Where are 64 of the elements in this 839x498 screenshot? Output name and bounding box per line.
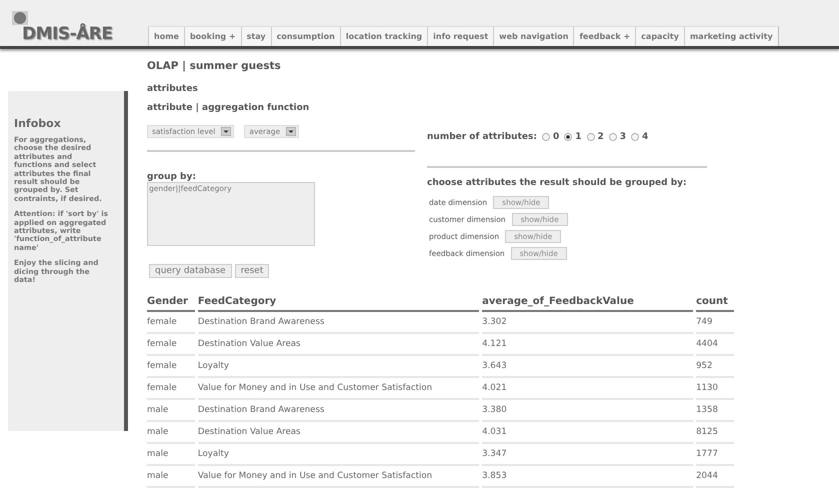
nav-tab[interactable]: info request	[427, 27, 494, 46]
group-by-label: group by:	[147, 172, 197, 182]
column-header: FeedCategory	[198, 292, 480, 312]
table-cell: Destination Brand Awareness	[198, 312, 480, 334]
nav-tab[interactable]: consumption	[270, 27, 340, 46]
table-cell: 2044	[696, 466, 734, 488]
radio-option[interactable]: 4	[631, 132, 648, 142]
table-cell: female	[147, 378, 195, 400]
radio-option[interactable]: 3	[608, 132, 626, 142]
table-cell: Value for Money and in Use and Customer Satisfaction	[198, 466, 480, 488]
nav-tab[interactable]: feedback +	[573, 27, 636, 46]
table-cell: male	[147, 422, 195, 444]
infobox-title: Infobox	[14, 117, 62, 130]
radio-option[interactable]: 1	[564, 132, 582, 142]
radio-group-label: number of attributes:	[427, 132, 537, 142]
table-cell: Loyalty	[198, 444, 480, 466]
table-cell: 4.021	[482, 378, 694, 400]
table-cell: Loyalty	[198, 356, 480, 378]
table-cell: 3.643	[482, 356, 694, 378]
table-cell: female	[147, 312, 195, 334]
table-cell: female	[147, 334, 195, 356]
page-title: OLAP | summer guests	[147, 60, 282, 72]
nav-tab[interactable]: capacity	[635, 27, 684, 46]
nav-tab[interactable]: booking +	[184, 27, 241, 46]
table-cell: female	[147, 356, 195, 378]
table-cell: 8125	[696, 422, 734, 444]
grouping-heading: choose attributes the result should be grouped by:	[427, 178, 688, 188]
form-button[interactable]: query database	[149, 264, 232, 278]
table-cell: Destination Brand Awareness	[198, 400, 480, 422]
nav-tab[interactable]: home	[148, 27, 184, 46]
table-cell: 952	[696, 356, 734, 378]
table-cell: 749	[696, 312, 734, 334]
section-subheading: attribute | aggregation function	[147, 103, 310, 113]
dropdown-arrow-icon[interactable]	[221, 127, 232, 136]
column-header: average_of_FeedbackValue	[482, 292, 694, 312]
table-cell: 1358	[696, 400, 734, 422]
table-cell: Destination Value Areas	[198, 334, 480, 356]
table-cell: 3.853	[482, 466, 694, 488]
table-cell: 3.347	[482, 444, 694, 466]
column-header: count	[696, 292, 734, 312]
table-cell: male	[147, 466, 195, 488]
table-cell: male	[147, 444, 195, 466]
form-button[interactable]: reset	[234, 264, 270, 278]
nav-tab[interactable]: web navigation	[493, 27, 574, 46]
nav-tab[interactable]: marketing activity	[684, 27, 778, 46]
globe-icon	[12, 11, 28, 25]
nav-tab[interactable]: stay	[240, 27, 271, 46]
section-heading: attributes	[147, 84, 199, 94]
table-cell: Destination Value Areas	[198, 422, 480, 444]
table-cell: 3.302	[482, 312, 694, 334]
table-cell: 4.121	[482, 334, 694, 356]
dropdown-arrow-icon[interactable]	[286, 127, 296, 136]
table-cell: 1777	[696, 444, 734, 466]
radio-option[interactable]: 2	[586, 132, 604, 142]
table-cell: 1130	[696, 378, 734, 400]
table-cell: Value for Money and in Use and Customer Satisfaction	[198, 378, 480, 400]
logo-text: DMIS-ÅRE	[22, 25, 114, 43]
radio-option[interactable]: 0	[542, 132, 560, 142]
table-cell: 4.031	[482, 422, 694, 444]
table-cell: 4404	[696, 334, 734, 356]
nav-tab[interactable]: location tracking	[340, 27, 428, 46]
table-cell: 3.380	[482, 400, 694, 422]
column-header: Gender	[147, 292, 195, 312]
table-cell: male	[147, 400, 195, 422]
